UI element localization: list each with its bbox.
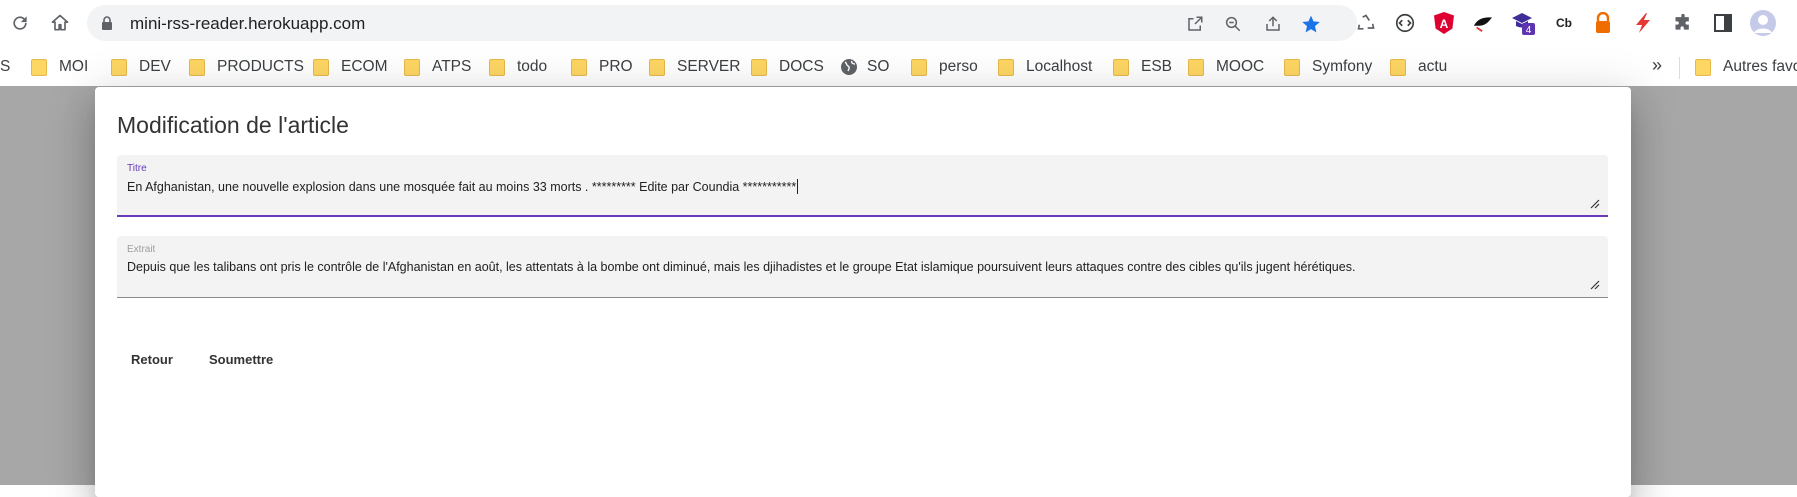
lightning-extension-icon[interactable] (1630, 10, 1656, 36)
bookmark-folder[interactable]: MOOC (1188, 55, 1264, 79)
address-bar[interactable]: mini-rss-reader.herokuapp.com (87, 5, 1357, 41)
bookmark-folder[interactable]: MOI (31, 55, 88, 79)
folder-icon (313, 58, 329, 76)
excerpt-field-underline (117, 297, 1608, 298)
bookmark-label: MOI (59, 58, 89, 75)
bookmark-label: MOOC (1216, 58, 1265, 75)
code-extension-icon[interactable] (1392, 10, 1418, 36)
folder-icon (1284, 58, 1300, 76)
folder-icon (649, 58, 665, 76)
excerpt-field[interactable]: Extrait Depuis que les talibans ont pris… (117, 236, 1608, 298)
graduation-extension-icon[interactable]: 4 (1510, 10, 1536, 36)
reload-icon[interactable] (7, 10, 33, 36)
dialog-title: Modification de l'article (117, 112, 349, 138)
folder-icon (489, 58, 505, 76)
other-bookmarks-folder[interactable]: Autres favo (1695, 55, 1797, 79)
bookmarks-separator (1679, 57, 1680, 79)
bookmark-label: DEV (139, 58, 171, 75)
side-panel-icon[interactable] (1710, 10, 1736, 36)
bookmarks-overflow-button[interactable]: » (1652, 55, 1662, 76)
bookmark-item[interactable]: SO (840, 55, 889, 79)
title-input-text: En Afghanistan, une nouvelle explosion d… (127, 180, 797, 194)
bookmark-label: SERVER (677, 58, 741, 75)
bookmark-label: SO (867, 58, 890, 75)
angular-extension-icon[interactable]: A (1431, 10, 1457, 36)
bookmarks-bar: S MOI DEV PRODUCTS ECOM ATPS todo PRO SE… (0, 47, 1797, 86)
resize-handle-icon[interactable] (1590, 199, 1600, 209)
bookmark-folder[interactable]: perso (911, 55, 978, 79)
folder-icon (1695, 58, 1711, 76)
bookmark-folder[interactable]: Symfony (1284, 55, 1372, 79)
title-field-underline (117, 215, 1608, 217)
title-input-value[interactable]: En Afghanistan, une nouvelle explosion d… (127, 179, 799, 194)
folder-icon (404, 58, 420, 76)
folder-icon (911, 58, 927, 76)
bookmark-folder[interactable]: ATPS (404, 55, 471, 79)
excerpt-field-label: Extrait (127, 244, 156, 255)
bookmark-label: PRO (599, 58, 633, 75)
bookmark-folder[interactable]: actu (1390, 55, 1447, 79)
recycle-extension-icon[interactable] (1353, 10, 1379, 36)
folder-icon (31, 58, 47, 76)
folder-icon (1188, 58, 1204, 76)
folder-icon (1390, 58, 1406, 76)
browser-toolbar: mini-rss-reader.herokuapp.com A 4 Cb (0, 0, 1797, 47)
graduation-extension-badge: 4 (1526, 25, 1532, 36)
zoom-out-icon[interactable] (1222, 13, 1244, 35)
bookmark-item[interactable]: S (0, 55, 10, 79)
bookmark-label: perso (939, 58, 978, 75)
bookmark-folder[interactable]: PRO (571, 55, 633, 79)
text-caret (797, 179, 799, 194)
bookmark-label: PRODUCTS (217, 58, 304, 75)
edit-article-dialog: Modification de l'article Titre En Afgha… (95, 87, 1631, 497)
bookmark-label: ESB (1141, 58, 1173, 75)
lock-orange-extension-icon[interactable] (1590, 10, 1616, 36)
bookmark-label: actu (1418, 58, 1448, 75)
bookmark-folder[interactable]: DEV (111, 55, 171, 79)
url-text: mini-rss-reader.herokuapp.com (130, 14, 366, 33)
submit-button[interactable]: Soumettre (193, 341, 289, 377)
folder-icon (751, 58, 767, 76)
bookmark-label: Autres favo (1723, 58, 1797, 75)
bookmark-label: S (0, 58, 11, 75)
open-in-new-icon[interactable] (1184, 13, 1206, 35)
bookmark-label: todo (517, 58, 548, 75)
back-button[interactable]: Retour (115, 341, 189, 377)
home-icon[interactable] (47, 10, 73, 36)
resize-handle-icon[interactable] (1590, 280, 1600, 290)
bookmark-folder[interactable]: DOCS (751, 55, 824, 79)
puzzle-extensions-icon[interactable] (1670, 10, 1696, 36)
bookmark-folder[interactable]: ESB (1113, 55, 1172, 79)
page-backdrop: Modification de l'article Titre En Afgha… (0, 86, 1797, 497)
coinbase-extension-icon[interactable]: Cb (1551, 10, 1577, 36)
excerpt-input-value[interactable]: Depuis que les talibans ont pris le cont… (127, 260, 1355, 274)
bookmark-folder[interactable]: PRODUCTS (189, 55, 304, 79)
lock-icon[interactable] (101, 16, 113, 35)
bookmark-folder[interactable]: ECOM (313, 55, 388, 79)
title-field[interactable]: Titre En Afghanistan, une nouvelle explo… (117, 155, 1608, 217)
folder-icon (571, 58, 587, 76)
folder-icon (111, 58, 127, 76)
share-icon[interactable] (1262, 13, 1284, 35)
bird-extension-icon[interactable] (1470, 10, 1496, 36)
bookmark-label: ECOM (341, 58, 388, 75)
folder-icon (189, 58, 205, 76)
angular-extension-label: A (1440, 17, 1449, 31)
folder-icon (998, 58, 1014, 76)
globe-icon (840, 58, 858, 76)
bookmark-folder[interactable]: Localhost (998, 55, 1092, 79)
folder-icon (1113, 58, 1129, 76)
bookmark-folder[interactable]: todo (489, 55, 547, 79)
bookmark-label: Localhost (1026, 58, 1093, 75)
bookmark-star-icon[interactable] (1300, 13, 1322, 35)
title-field-label: Titre (127, 163, 147, 174)
bookmark-label: ATPS (432, 58, 472, 75)
bookmark-label: DOCS (779, 58, 824, 75)
bookmark-label: Symfony (1312, 58, 1373, 75)
bookmark-folder[interactable]: SERVER (649, 55, 740, 79)
profile-avatar[interactable] (1750, 10, 1776, 36)
